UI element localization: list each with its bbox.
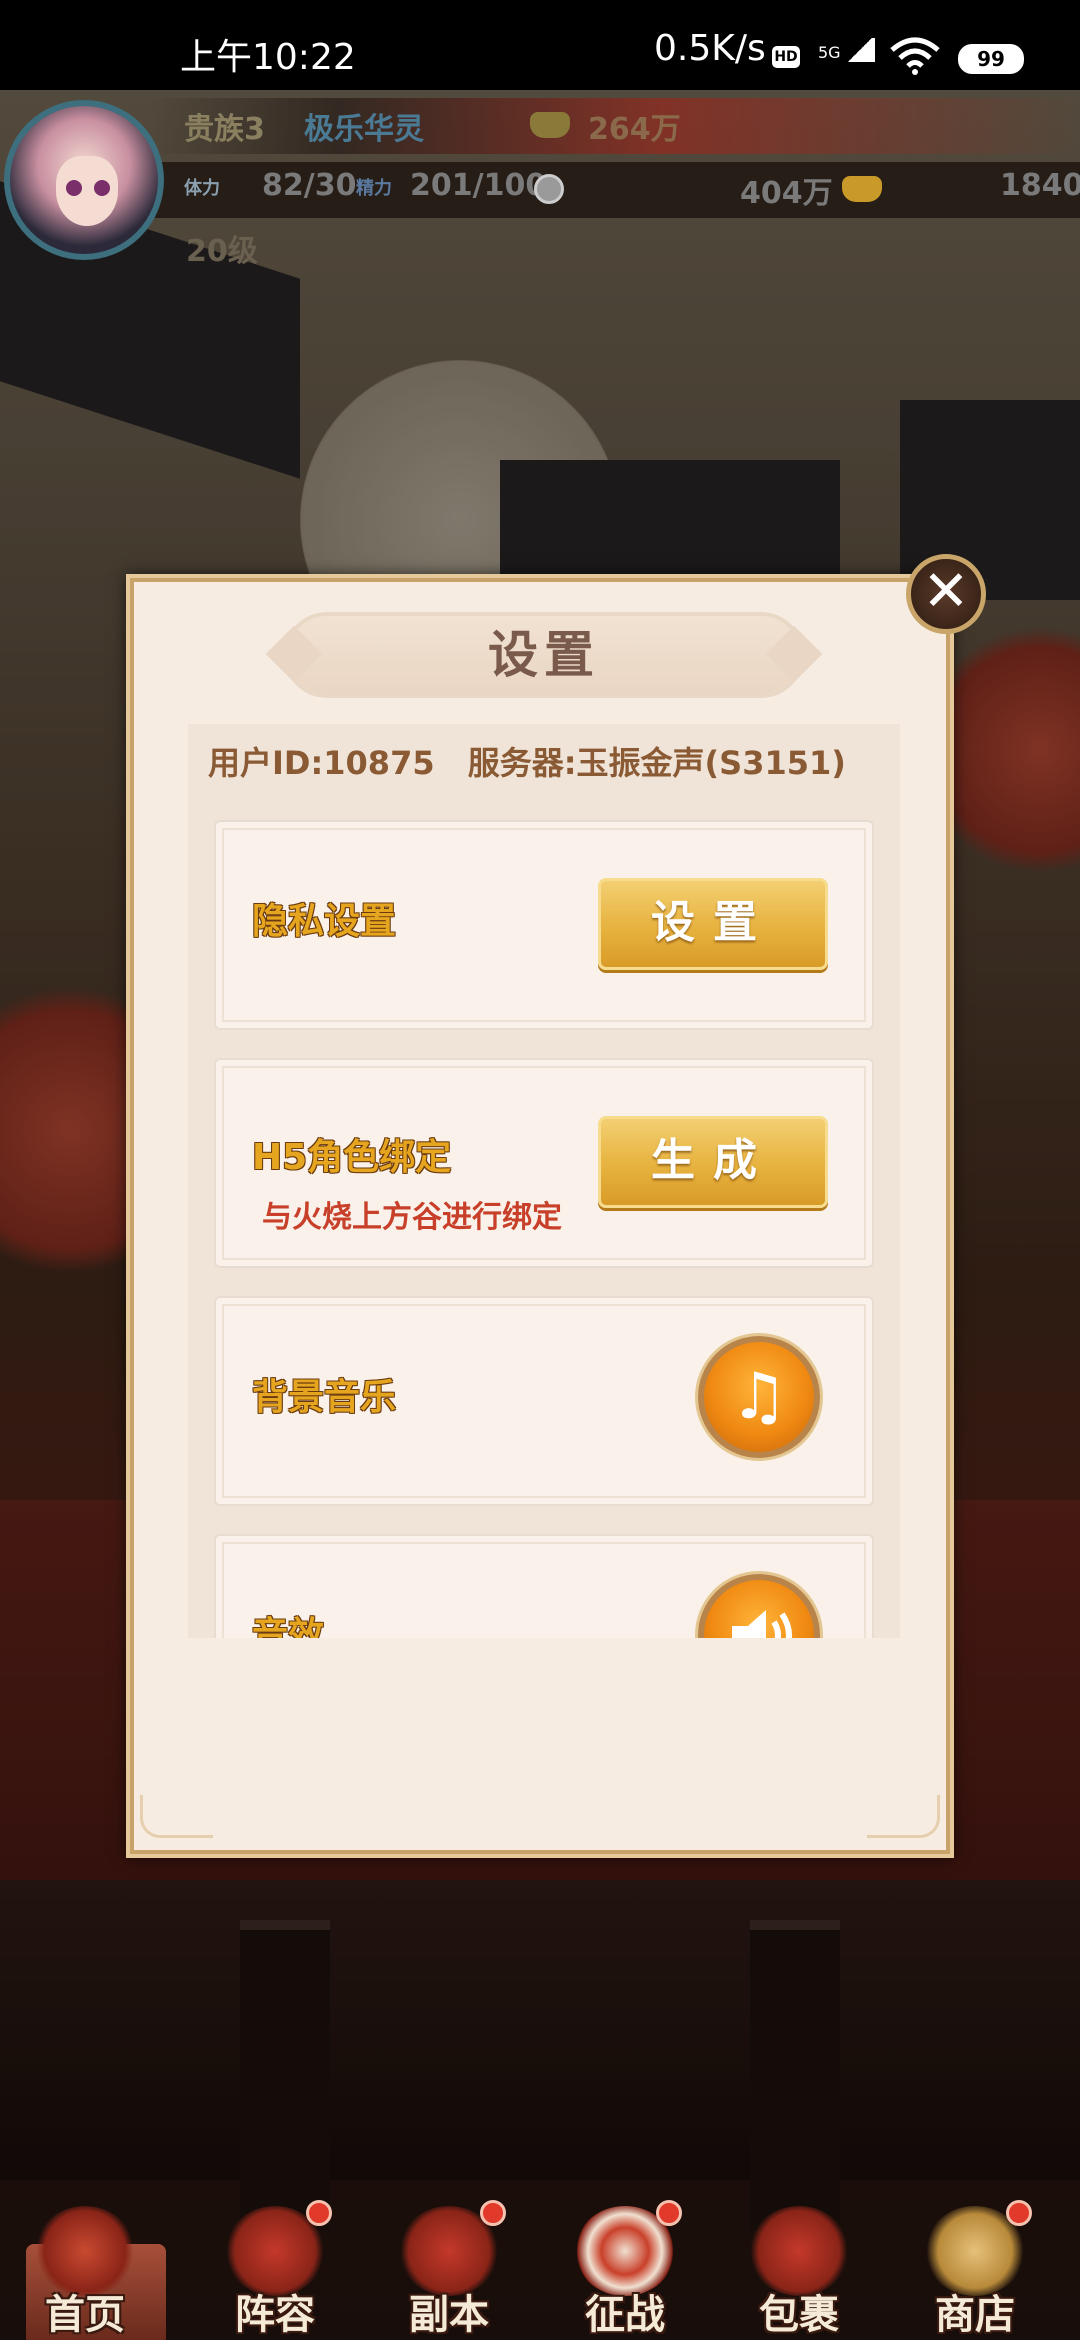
privacy-label: 隐私设置	[252, 901, 397, 942]
settings-dialog: 设置 用户ID:10875 服务器:玉振金声(S3151) 隐私设置 设置 H5…	[126, 574, 954, 1858]
h5-binding-row: H5角色绑定 与火烧上方谷进行绑定 生成	[214, 1058, 874, 1268]
noble-rank: 贵族3	[184, 112, 265, 147]
nav-dungeon-label: 副本	[409, 2292, 489, 2338]
nav-campaign[interactable]: 征战	[540, 2200, 710, 2340]
nav-campaign-label: 征战	[585, 2292, 665, 2338]
notification-dot	[306, 2200, 332, 2226]
background-music-label: 背景音乐	[252, 1377, 397, 1418]
power-value: 264万	[588, 112, 681, 147]
h5-binding-label: H5角色绑定	[252, 1137, 452, 1178]
sound-effects-row: 音效	[214, 1534, 874, 1638]
nav-shop[interactable]: 商店	[890, 2200, 1060, 2340]
status-bar: 上午10:22 0.5K/s HD 5G 99	[0, 0, 1080, 90]
wifi-icon	[890, 37, 940, 75]
clock: 上午10:22	[180, 37, 356, 78]
nav-shop-label: 商店	[935, 2292, 1015, 2338]
player-avatar[interactable]	[4, 100, 164, 260]
server-name: 服务器:玉振金声(S3151)	[467, 744, 846, 782]
dialog-title: 设置	[488, 626, 600, 684]
power-icon	[530, 112, 570, 138]
sound-effects-toggle[interactable]	[698, 1574, 820, 1638]
player-hud: 贵族3 极乐华灵 264万 体力 82/30 精力 201/100 404万 1…	[0, 90, 1080, 270]
sound-effects-label: 音效	[252, 1615, 325, 1638]
signal-label: 5G	[818, 43, 841, 62]
hd-badge: HD	[772, 46, 800, 68]
user-id: 用户ID:10875	[208, 744, 435, 782]
network-speed: 0.5K/s	[654, 28, 766, 69]
bottom-navigation: 首页 阵容 副本 征战 包裹 商店	[0, 2200, 1080, 2340]
nav-inventory-label: 包裹	[759, 2292, 839, 2338]
copper-coin-icon	[534, 174, 564, 204]
copper-value: 404万	[740, 176, 833, 211]
notification-dot	[1006, 2200, 1032, 2226]
stamina-value: 82/30	[262, 168, 357, 203]
close-icon: ✕	[922, 559, 970, 624]
nav-dungeon[interactable]: 副本	[364, 2200, 534, 2340]
speaker-icon	[732, 1610, 792, 1638]
settings-panel[interactable]: 用户ID:10875 服务器:玉振金声(S3151) 隐私设置 设置 H5角色绑…	[188, 724, 900, 1638]
music-note-icon: ♫	[730, 1360, 788, 1434]
player-level: 20级	[186, 234, 258, 269]
energy-value: 201/100	[410, 168, 547, 203]
h5-binding-description: 与火烧上方谷进行绑定	[262, 1200, 562, 1235]
notification-dot	[480, 2200, 506, 2226]
nav-lineup[interactable]: 阵容	[190, 2200, 360, 2340]
privacy-setting-row: 隐私设置 设置	[214, 820, 874, 1030]
privacy-settings-button[interactable]: 设置	[598, 878, 828, 970]
energy-icon: 精力	[356, 178, 392, 199]
battery-icon: 99	[958, 44, 1024, 74]
nav-home-label: 首页	[45, 2292, 125, 2338]
corner-ornament	[140, 1795, 213, 1838]
gold-ingot-icon	[842, 176, 882, 202]
background-music-toggle[interactable]: ♫	[698, 1336, 820, 1458]
ingot-value: 1840	[1000, 168, 1080, 203]
title-plate: 设置	[265, 616, 823, 694]
nav-home[interactable]: 首页	[0, 2200, 170, 2340]
generate-button[interactable]: 生成	[598, 1116, 828, 1208]
background-music-row: 背景音乐 ♫	[214, 1296, 874, 1506]
nav-inventory[interactable]: 包裹	[714, 2200, 884, 2340]
player-name: 极乐华灵	[304, 112, 424, 147]
account-info: 用户ID:10875 服务器:玉振金声(S3151)	[208, 738, 898, 784]
signal-icon: 5G	[818, 38, 875, 62]
notification-dot	[656, 2200, 682, 2226]
stamina-icon: 体力	[184, 178, 220, 199]
nav-lineup-label: 阵容	[235, 2292, 315, 2338]
corner-ornament	[867, 1795, 940, 1838]
close-button[interactable]: ✕	[906, 554, 986, 634]
